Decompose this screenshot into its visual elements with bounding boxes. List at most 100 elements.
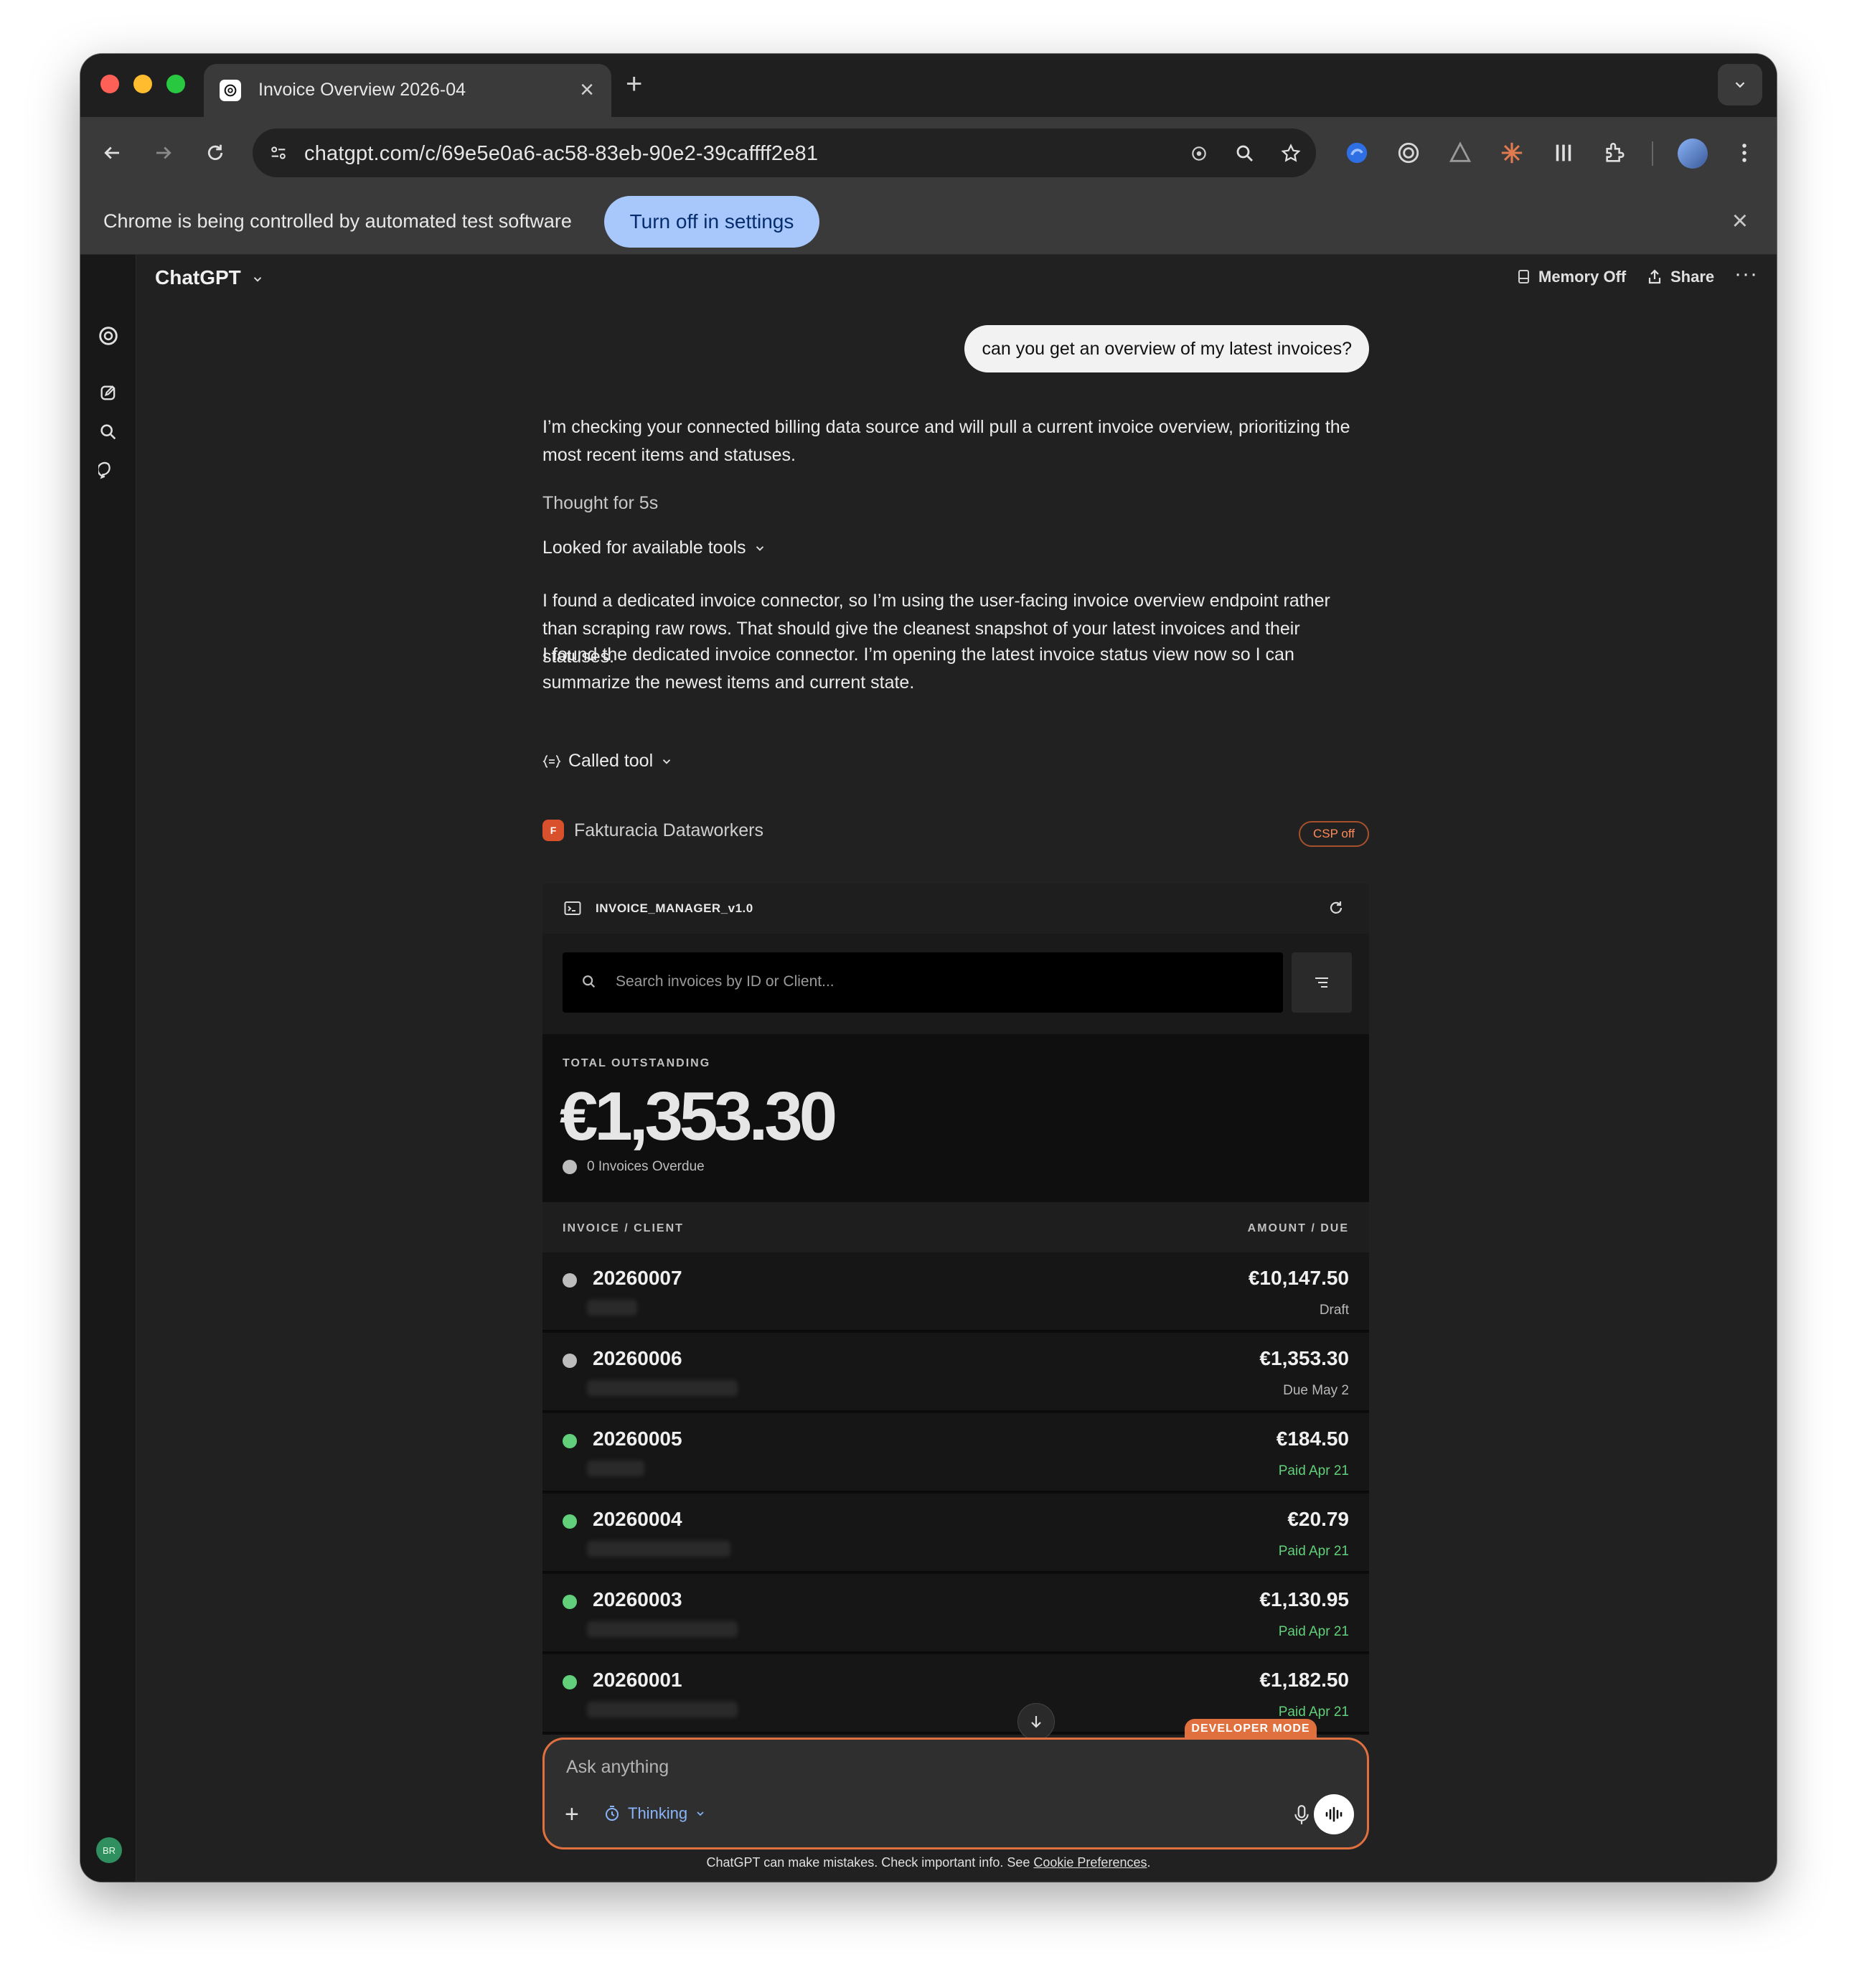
invoice-table-header: INVOICE / CLIENT AMOUNT / DUE bbox=[542, 1202, 1369, 1252]
url-text[interactable]: chatgpt.com/c/69e5e0a6-ac58-83eb-90e2-39… bbox=[304, 142, 818, 166]
invoice-row[interactable]: 20260007 €10,147.50 Draft bbox=[542, 1252, 1369, 1331]
assistant-intro: I’m checking your connected billing data… bbox=[542, 417, 1350, 465]
refresh-icon[interactable] bbox=[1327, 899, 1345, 916]
client-name-redacted bbox=[587, 1380, 738, 1396]
new-tab-icon[interactable]: + bbox=[626, 70, 642, 98]
thinking-mode-button[interactable]: Thinking bbox=[603, 1804, 706, 1823]
invoice-row[interactable]: 20260003 €1,130.95 Paid Apr 21 bbox=[542, 1574, 1369, 1653]
invoice-amount: €1,182.50 bbox=[1259, 1669, 1349, 1691]
chat-sidebar: BR bbox=[80, 255, 136, 1882]
chevron-down-icon bbox=[253, 276, 261, 282]
thought-duration[interactable]: Thought for 5s bbox=[542, 489, 1368, 517]
invoice-row[interactable]: 20260005 €184.50 Paid Apr 21 bbox=[542, 1413, 1369, 1492]
back-icon[interactable] bbox=[98, 139, 126, 167]
invoice-due: Paid Apr 21 bbox=[1278, 1705, 1349, 1720]
browser-menu-icon[interactable] bbox=[1731, 139, 1758, 167]
tab-title: Invoice Overview 2026-04 bbox=[258, 80, 466, 100]
extension-target-icon[interactable] bbox=[1395, 139, 1422, 167]
reload-icon[interactable] bbox=[201, 139, 230, 167]
chevron-down-icon bbox=[662, 759, 671, 764]
overdue-dot-icon bbox=[563, 1160, 577, 1174]
site-info-icon[interactable] bbox=[264, 139, 293, 167]
composer: Ask anything + Thinking bbox=[542, 1738, 1369, 1849]
address-bar[interactable]: chatgpt.com/c/69e5e0a6-ac58-83eb-90e2-39… bbox=[253, 128, 1316, 177]
search-icon bbox=[583, 975, 596, 988]
extensions-puzzle-icon[interactable] bbox=[1602, 139, 1629, 167]
infobar-close-icon[interactable]: × bbox=[1732, 205, 1748, 238]
prompt-input[interactable]: Ask anything bbox=[566, 1757, 669, 1778]
cookie-preferences-link[interactable]: Cookie Preferences bbox=[1033, 1855, 1147, 1870]
invoice-search-input[interactable]: Search invoices by ID or Client... bbox=[563, 952, 1283, 1013]
memory-icon bbox=[1518, 270, 1529, 283]
voice-waveform-icon bbox=[1325, 1806, 1343, 1822]
invoice-due: Paid Apr 21 bbox=[1278, 1544, 1349, 1559]
model-name: ChatGPT bbox=[155, 266, 241, 289]
client-name-redacted bbox=[587, 1541, 730, 1557]
forward-icon[interactable] bbox=[149, 139, 178, 167]
invoice-amount: €1,353.30 bbox=[1259, 1347, 1349, 1369]
tab-search-button[interactable] bbox=[1718, 64, 1762, 106]
invoice-amount: €20.79 bbox=[1287, 1508, 1349, 1530]
invoice-due: Paid Apr 21 bbox=[1278, 1463, 1349, 1478]
thinking-label: Thinking bbox=[628, 1804, 688, 1822]
tools-label: Looked for available tools bbox=[542, 538, 746, 558]
status-dot-icon bbox=[563, 1434, 577, 1448]
more-options-icon[interactable]: ··· bbox=[1734, 262, 1758, 286]
chats-bubble-icon[interactable] bbox=[95, 457, 122, 484]
invoice-id: 20260007 bbox=[593, 1267, 682, 1289]
total-outstanding-panel: TOTAL OUTSTANDING €1,353.30 0 Invoices O… bbox=[542, 1034, 1369, 1202]
openai-extension-icon[interactable] bbox=[1187, 141, 1211, 166]
filter-button[interactable] bbox=[1292, 952, 1352, 1013]
turn-off-settings-button[interactable]: Turn off in settings bbox=[604, 196, 819, 248]
new-chat-icon[interactable] bbox=[95, 380, 122, 407]
minimize-window-button[interactable] bbox=[133, 75, 152, 93]
extension-tools-icon[interactable] bbox=[1550, 139, 1577, 167]
share-icon bbox=[1648, 269, 1661, 284]
disclaimer-end: . bbox=[1147, 1855, 1151, 1870]
chevron-down-icon bbox=[1735, 82, 1745, 88]
zoom-icon[interactable] bbox=[1233, 141, 1257, 166]
csp-off-badge: CSP off bbox=[1299, 821, 1369, 847]
close-window-button[interactable] bbox=[100, 75, 119, 93]
invoice-due: Draft bbox=[1319, 1303, 1349, 1318]
search-chats-icon[interactable] bbox=[95, 418, 122, 446]
chatgpt-favicon-icon bbox=[220, 80, 241, 101]
total-amount: €1,353.30 bbox=[560, 1078, 837, 1155]
extension-triangle-icon[interactable] bbox=[1447, 139, 1474, 167]
called-tool-toggle[interactable]: Called tool bbox=[542, 751, 673, 772]
model-switcher[interactable]: ChatGPT bbox=[155, 266, 264, 289]
chevron-down-icon bbox=[697, 1811, 704, 1816]
invoice-row[interactable]: 20260004 €20.79 Paid Apr 21 bbox=[542, 1494, 1369, 1572]
terminal-icon bbox=[564, 901, 581, 915]
client-name-redacted bbox=[587, 1621, 738, 1637]
looked-for-tools-toggle[interactable]: Looked for available tools bbox=[542, 538, 766, 558]
extension-claude-icon[interactable] bbox=[1498, 139, 1525, 167]
bookmark-star-icon[interactable] bbox=[1279, 141, 1303, 166]
invoice-id: 20260001 bbox=[593, 1669, 682, 1691]
voice-mode-button[interactable] bbox=[1314, 1794, 1354, 1834]
memory-off-button[interactable]: Memory Off bbox=[1517, 268, 1626, 286]
overdue-status: 0 Invoices Overdue bbox=[563, 1159, 705, 1175]
invoice-amount: €184.50 bbox=[1276, 1427, 1349, 1450]
add-attachment-icon[interactable]: + bbox=[565, 1801, 579, 1827]
share-label: Share bbox=[1670, 268, 1715, 286]
user-message: can you get an overview of my latest inv… bbox=[964, 325, 1369, 372]
openai-logo-icon[interactable] bbox=[95, 322, 122, 350]
status-dot-icon bbox=[563, 1595, 577, 1609]
browser-tab[interactable]: Invoice Overview 2026-04 × bbox=[204, 64, 611, 117]
status-dot-icon bbox=[563, 1354, 577, 1368]
share-button[interactable]: Share bbox=[1646, 268, 1714, 286]
profile-avatar[interactable] bbox=[1678, 139, 1708, 169]
extension-blue-icon[interactable] bbox=[1343, 139, 1371, 167]
total-label: TOTAL OUTSTANDING bbox=[563, 1057, 711, 1069]
maximize-window-button[interactable] bbox=[166, 75, 185, 93]
app-attribution: F Fakturacia Dataworkers bbox=[542, 820, 763, 841]
invoice-row[interactable]: 20260006 €1,353.30 Due May 2 bbox=[542, 1333, 1369, 1412]
invoice-id: 20260004 bbox=[593, 1508, 682, 1530]
microphone-icon[interactable] bbox=[1292, 1804, 1311, 1826]
client-name-redacted bbox=[587, 1300, 637, 1316]
client-name-redacted bbox=[587, 1702, 738, 1717]
assistant-opening-paragraph: I found the dedicated invoice connector.… bbox=[542, 644, 1294, 693]
scroll-down-button[interactable] bbox=[1017, 1703, 1055, 1740]
tab-close-icon[interactable]: × bbox=[580, 75, 594, 104]
